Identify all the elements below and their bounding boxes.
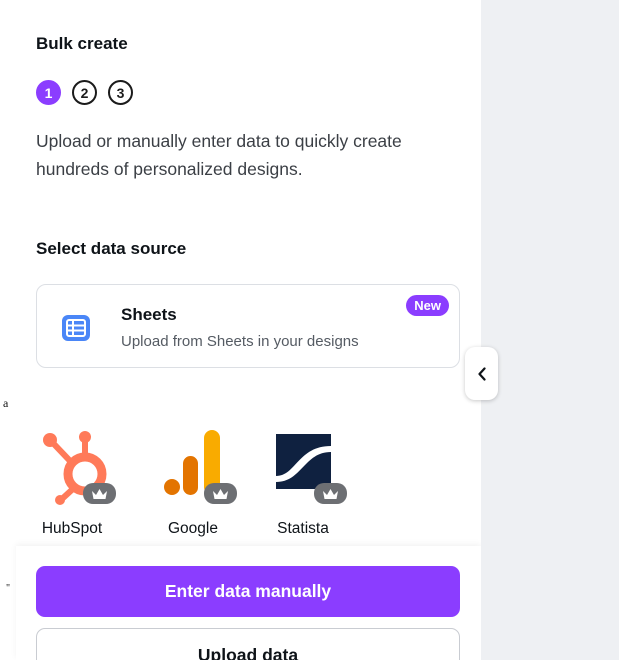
- step-indicator: 1 2 3: [36, 80, 133, 105]
- chevron-left-icon: [477, 366, 486, 381]
- premium-crown-icon: [314, 483, 347, 504]
- enter-data-manually-button[interactable]: Enter data manually: [36, 566, 460, 617]
- app-tile-google[interactable]: Google: [148, 424, 238, 542]
- panel-title: Bulk create: [36, 34, 128, 53]
- step-1: 1: [36, 80, 61, 105]
- sheets-subtitle: Upload from Sheets in your designs: [121, 333, 359, 350]
- app-tile-statista[interactable]: Statista: [258, 424, 348, 542]
- sheets-source-card[interactable]: Sheets Upload from Sheets in your design…: [36, 284, 460, 368]
- new-badge: New: [406, 295, 449, 316]
- stray-text-a: a: [3, 396, 9, 410]
- canvas-area: [481, 0, 619, 660]
- step-3: 3: [108, 80, 133, 105]
- app-label-google: Google: [168, 520, 218, 537]
- stray-text-b: ": [6, 583, 11, 594]
- app-tile-hubspot[interactable]: HubSpot: [27, 424, 117, 542]
- collapse-panel-button[interactable]: [465, 347, 498, 400]
- panel-description: Upload or manually enter data to quickly…: [36, 131, 402, 179]
- bulk-create-panel: Bulk create 1 2 3 Upload or manually ent…: [0, 0, 481, 660]
- step-2: 2: [72, 80, 97, 105]
- premium-crown-icon: [83, 483, 116, 504]
- section-title-data-source: Select data source: [36, 239, 187, 258]
- upload-data-button[interactable]: Upload data: [36, 628, 460, 660]
- app-label-statista: Statista: [277, 520, 329, 537]
- table-grid-icon: [62, 315, 90, 341]
- sheets-title: Sheets: [121, 305, 177, 324]
- app-label-hubspot: HubSpot: [41, 520, 103, 537]
- premium-crown-icon: [204, 483, 237, 504]
